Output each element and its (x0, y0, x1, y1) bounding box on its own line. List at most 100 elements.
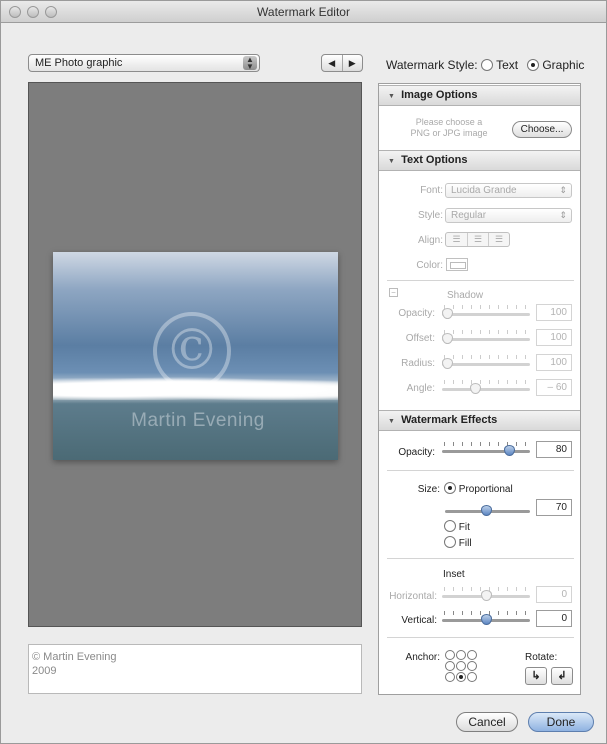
align-center-icon[interactable]: ☰ (467, 233, 488, 246)
shadow-toggle-icon[interactable]: − (389, 288, 398, 297)
size-slider[interactable] (445, 502, 530, 516)
slider-thumb[interactable] (481, 505, 492, 516)
slider-track (442, 388, 530, 391)
watermark-effects-title: Watermark Effects (401, 414, 498, 426)
slider-ticks (444, 442, 528, 446)
watermark-style-text-label: Text (496, 58, 519, 72)
shadow-offset-input[interactable]: 100 (536, 329, 572, 346)
size-fill-radio[interactable]: Fill (444, 536, 472, 549)
color-swatch[interactable] (446, 258, 468, 271)
size-label: Size: (417, 484, 440, 495)
shadow-offset-label: Offset: (405, 333, 435, 344)
effects-opacity-slider[interactable] (442, 442, 530, 456)
rotate-clockwise-button[interactable]: ↳ (525, 667, 547, 685)
anchor-top-right[interactable] (467, 650, 477, 660)
preview-photo: © Martin Evening (53, 252, 338, 460)
vertical-label: Vertical: (401, 615, 437, 626)
effects-opacity-input[interactable]: 80 (536, 441, 572, 458)
preview-area: © Martin Evening (28, 82, 362, 627)
disclosure-triangle-icon: ▼ (388, 418, 395, 425)
vertical-slider[interactable] (442, 611, 530, 625)
align-left-icon[interactable]: ☰ (446, 233, 467, 246)
slider-track (442, 313, 530, 316)
horizontal-slider[interactable] (442, 587, 530, 601)
preset-select[interactable]: ME Photo graphic ▲ ▼ (28, 54, 260, 72)
slider-thumb[interactable] (504, 445, 515, 456)
shadow-radius-input[interactable]: 100 (536, 354, 572, 371)
font-select[interactable]: Lucida Grande (445, 183, 572, 198)
watermark-style-graphic-radio[interactable]: Graphic (527, 58, 584, 72)
vertical-input[interactable]: 0 (536, 610, 572, 627)
radio-icon (444, 536, 456, 548)
align-label: Align: (417, 235, 443, 246)
slider-track (442, 450, 530, 453)
size-proportional-radio[interactable]: Proportional (444, 482, 513, 495)
slider-thumb[interactable] (442, 358, 453, 369)
preset-nav: ◀ ▶ (321, 54, 363, 72)
done-button[interactable]: Done (528, 712, 594, 732)
watermark-style-graphic-label: Graphic (542, 58, 585, 72)
watermark-editor-window: Watermark Editor ME Photo graphic ▲ ▼ ◀ ▶… (0, 0, 607, 744)
copyright-watermark-icon: © (153, 312, 231, 390)
rotate-counterclockwise-button[interactable]: ↲ (551, 667, 573, 685)
previous-preset-button[interactable]: ◀ (322, 55, 342, 71)
anchor-center[interactable] (456, 661, 466, 671)
slider-ticks (444, 380, 528, 384)
cancel-button[interactable]: Cancel (456, 712, 518, 732)
anchor-middle-right[interactable] (467, 661, 477, 671)
style-label: Style: (417, 210, 443, 221)
options-panel: ▼ Image Options Please choose a PNG or J… (378, 83, 581, 695)
slider-ticks (444, 355, 528, 359)
anchor-bottom-center[interactable] (456, 672, 466, 682)
shadow-offset-slider[interactable] (442, 330, 530, 344)
next-preset-button[interactable]: ▶ (341, 55, 363, 71)
slider-thumb[interactable] (470, 383, 481, 394)
image-options-header[interactable]: ▼ Image Options (379, 85, 580, 106)
divider (387, 280, 574, 281)
text-options-header[interactable]: ▼ Text Options (379, 150, 580, 171)
watermark-effects-header[interactable]: ▼ Watermark Effects (379, 410, 580, 431)
rotate-label: Rotate: (525, 652, 558, 663)
anchor-label: Anchor: (405, 652, 440, 663)
slider-track (442, 338, 530, 341)
slider-thumb[interactable] (442, 308, 453, 319)
anchor-top-left[interactable] (445, 650, 455, 660)
shadow-angle-slider[interactable] (442, 380, 530, 394)
shadow-radius-slider[interactable] (442, 355, 530, 369)
radio-icon (444, 520, 456, 532)
size-fill-label: Fill (458, 538, 472, 549)
size-fit-label: Fit (458, 522, 470, 533)
anchor-bottom-right[interactable] (467, 672, 477, 682)
image-options-hint: Please choose a PNG or JPG image (410, 117, 488, 138)
radio-icon (481, 59, 493, 71)
shadow-opacity-slider[interactable] (442, 305, 530, 319)
watermark-style-text-radio[interactable]: Text (481, 58, 518, 72)
image-options-title: Image Options (401, 89, 478, 101)
disclosure-triangle-icon: ▼ (388, 93, 395, 100)
anchor-top-center[interactable] (456, 650, 466, 660)
size-fit-radio[interactable]: Fit (444, 520, 470, 533)
caption-box: © Martin Evening 2009 (28, 644, 362, 694)
anchor-middle-left[interactable] (445, 661, 455, 671)
slider-ticks (444, 305, 528, 309)
slider-thumb[interactable] (481, 590, 492, 601)
size-input[interactable]: 70 (536, 499, 572, 516)
anchor-grid (445, 650, 478, 683)
shadow-angle-label: Angle: (406, 383, 435, 394)
divider (387, 637, 574, 638)
watermark-style-label: Watermark Style: (386, 58, 478, 72)
watermark-name-overlay: Martin Evening (131, 410, 265, 431)
radio-selected-icon (444, 482, 456, 494)
anchor-bottom-left[interactable] (445, 672, 455, 682)
shadow-opacity-input[interactable]: 100 (536, 304, 572, 321)
slider-thumb[interactable] (442, 333, 453, 344)
style-select[interactable]: Regular (445, 208, 572, 223)
align-right-icon[interactable]: ☰ (488, 233, 509, 246)
horizontal-input[interactable]: 0 (536, 586, 572, 603)
slider-thumb[interactable] (481, 614, 492, 625)
title-bar: Watermark Editor (1, 1, 606, 23)
window-title: Watermark Editor (257, 5, 350, 19)
shadow-angle-input[interactable]: – 60 (536, 379, 572, 396)
choose-image-button[interactable]: Choose... (512, 121, 572, 138)
radio-selected-icon (527, 59, 539, 71)
